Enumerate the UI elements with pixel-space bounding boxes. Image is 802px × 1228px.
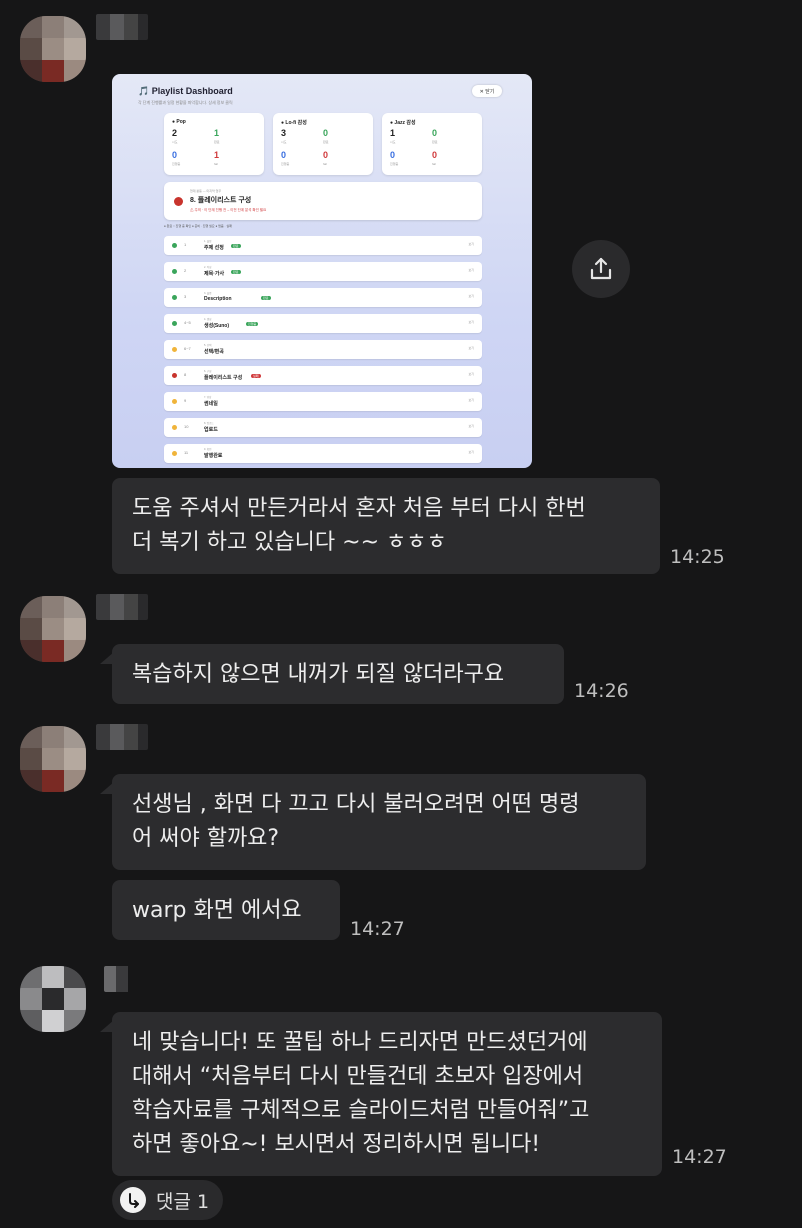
dashboard-preview: 🎵 Playlist Dashboard 각 단계 진행률과 일정 현황을 파악… [112,74,532,468]
status-dot-icon [174,197,183,206]
dashboard-step-row: 11 9. 확인발행완료 보기 [164,444,482,463]
step-name: 썸네일 [204,401,218,407]
reply-count-label: 댓글 1 [156,1190,210,1213]
status-dot-icon [172,321,177,326]
stat-card-lofi: ● Lo-fi 감성 3 시도 0 완료 0 진행중 0 fail [273,113,373,175]
message-bubble[interactable]: warp 화면 에서요 [112,880,340,940]
dashboard-step-row: 10 8. 업로드업로드 보기 [164,418,482,437]
step-view-link: 보기 [468,346,474,350]
sender-avatar[interactable] [20,726,86,792]
message-bubble[interactable]: 네 맞습니다! 또 꿀팁 하나 드리자면 만드셨던거에 대해서 “처음부터 다시… [112,1012,662,1176]
dashboard-legend: ● 완료 ○ 진행 중 확인 ● 준비 · 진행 필요 ● 멈춤 · 실패 [164,224,232,228]
dashboard-step-row: 1 1. 설정주제 선정 완료 보기 [164,236,482,255]
step-number: 10 [184,424,189,429]
dashboard-step-row: 4~5 4. 생성생성(Suno) 진행중 보기 [164,314,482,333]
shared-screenshot[interactable]: 🎵 Playlist Dashboard 각 단계 진행률과 일정 현황을 파악… [112,74,532,468]
step-name: Description [204,296,232,302]
step-name: 플레이리스트 구성 [204,375,243,381]
status-dot-icon [172,347,177,352]
step-number: 4~5 [184,320,191,325]
step-view-link: 보기 [468,242,474,246]
step-status-tag: 완료 [231,244,241,248]
step-category: 7. 영상 [204,396,212,399]
step-view-link: 보기 [468,320,474,324]
step-view-link: 보기 [468,398,474,402]
step-category: 6. 구성 [204,370,212,373]
sender-name [96,724,148,750]
message-bubble[interactable]: 복습하지 않으면 내꺼가 되질 않더라구요 [112,644,564,704]
share-button[interactable] [572,240,630,298]
step-name: 업로드 [204,427,218,433]
status-dot-icon [172,399,177,404]
status-dot-icon [172,295,177,300]
step-name: 생성(Suno) [204,323,230,329]
dashboard-subtitle: 각 단계 진행률과 일정 현황을 파악합니다. 상세 정보 클릭 [138,100,233,105]
sender-name [96,594,148,620]
dashboard-close-button: ✕ 닫기 [472,85,502,97]
step-view-link: 보기 [468,450,474,454]
step-status-tag: 완료 [231,270,241,274]
step-status-tag: 실패 [251,374,261,378]
step-name: 제목·가사 [204,271,225,277]
message-time: 14:25 [670,546,725,568]
step-name: 발행완료 [204,453,223,459]
message-time: 14:27 [672,1146,727,1168]
step-number: 2 [184,268,187,273]
step-category: 8. 업로드 [204,422,214,425]
share-icon [590,257,612,280]
step-number: 3 [184,294,187,299]
status-dot-icon [172,269,177,274]
step-status-tag: 완료 [261,296,271,300]
step-view-link: 보기 [468,424,474,428]
step-name: 선택/편곡 [204,349,224,355]
message-time: 14:27 [350,918,405,940]
current-step-card: 현재 활동 — 마지막 업무 8. 플레이리스트 구성 ⚠ 주의 · 이 단계 … [164,182,482,220]
stat-card-pop: ● Pop 2 시도 1 완료 0 진행중 1 fail [164,113,264,175]
step-category: 5. 선택 [204,344,212,347]
message-bubble[interactable]: 선생님 , 화면 다 끄고 다시 불러오려면 어떤 명령 어 써야 할까요? [112,774,646,870]
step-category: 9. 확인 [204,448,212,451]
step-name: 주제 선정 [204,245,224,251]
message-bubble[interactable]: 도움 주셔서 만든거라서 혼자 처음 부터 다시 한번 더 복기 하고 있습니다… [112,478,660,574]
sender-avatar[interactable] [20,16,86,82]
dashboard-step-row: 8 6. 구성플레이리스트 구성 실패 보기 [164,366,482,385]
reply-icon [120,1187,146,1213]
status-dot-icon [172,373,177,378]
status-dot-icon [172,243,177,248]
step-number: 6~7 [184,346,191,351]
message-time: 14:26 [574,680,629,702]
step-number: 1 [184,242,187,247]
step-category: 1. 설정 [204,240,212,243]
step-number: 11 [184,450,189,455]
step-category: 3. 설명 [204,292,212,295]
dashboard-step-row: 2 2. 작성제목·가사 완료 보기 [164,262,482,281]
reply-count-button[interactable]: 댓글 1 [112,1180,224,1220]
status-dot-icon [172,425,177,430]
sender-avatar[interactable] [20,596,86,662]
step-view-link: 보기 [468,294,474,298]
step-status-tag: 진행중 [246,322,259,326]
dashboard-step-row: 3 3. 설명 Description 완료 보기 [164,288,482,307]
sender-name [104,966,130,992]
dashboard-step-row: 9 7. 영상썸네일 보기 [164,392,482,411]
step-number: 9 [184,398,187,403]
sender-avatar[interactable] [20,966,86,1032]
step-number: 8 [184,372,187,377]
step-category: 4. 생성 [204,318,212,321]
step-category: 2. 작성 [204,266,212,269]
dashboard-step-row: 6~7 5. 선택선택/편곡 보기 [164,340,482,359]
stat-card-jazz: ● Jazz 감성 1 시도 0 완료 0 진행중 0 fail [382,113,482,175]
dashboard-title: 🎵 Playlist Dashboard [138,86,233,96]
step-view-link: 보기 [468,268,474,272]
sender-name [96,14,148,40]
status-dot-icon [172,451,177,456]
step-view-link: 보기 [468,372,474,376]
